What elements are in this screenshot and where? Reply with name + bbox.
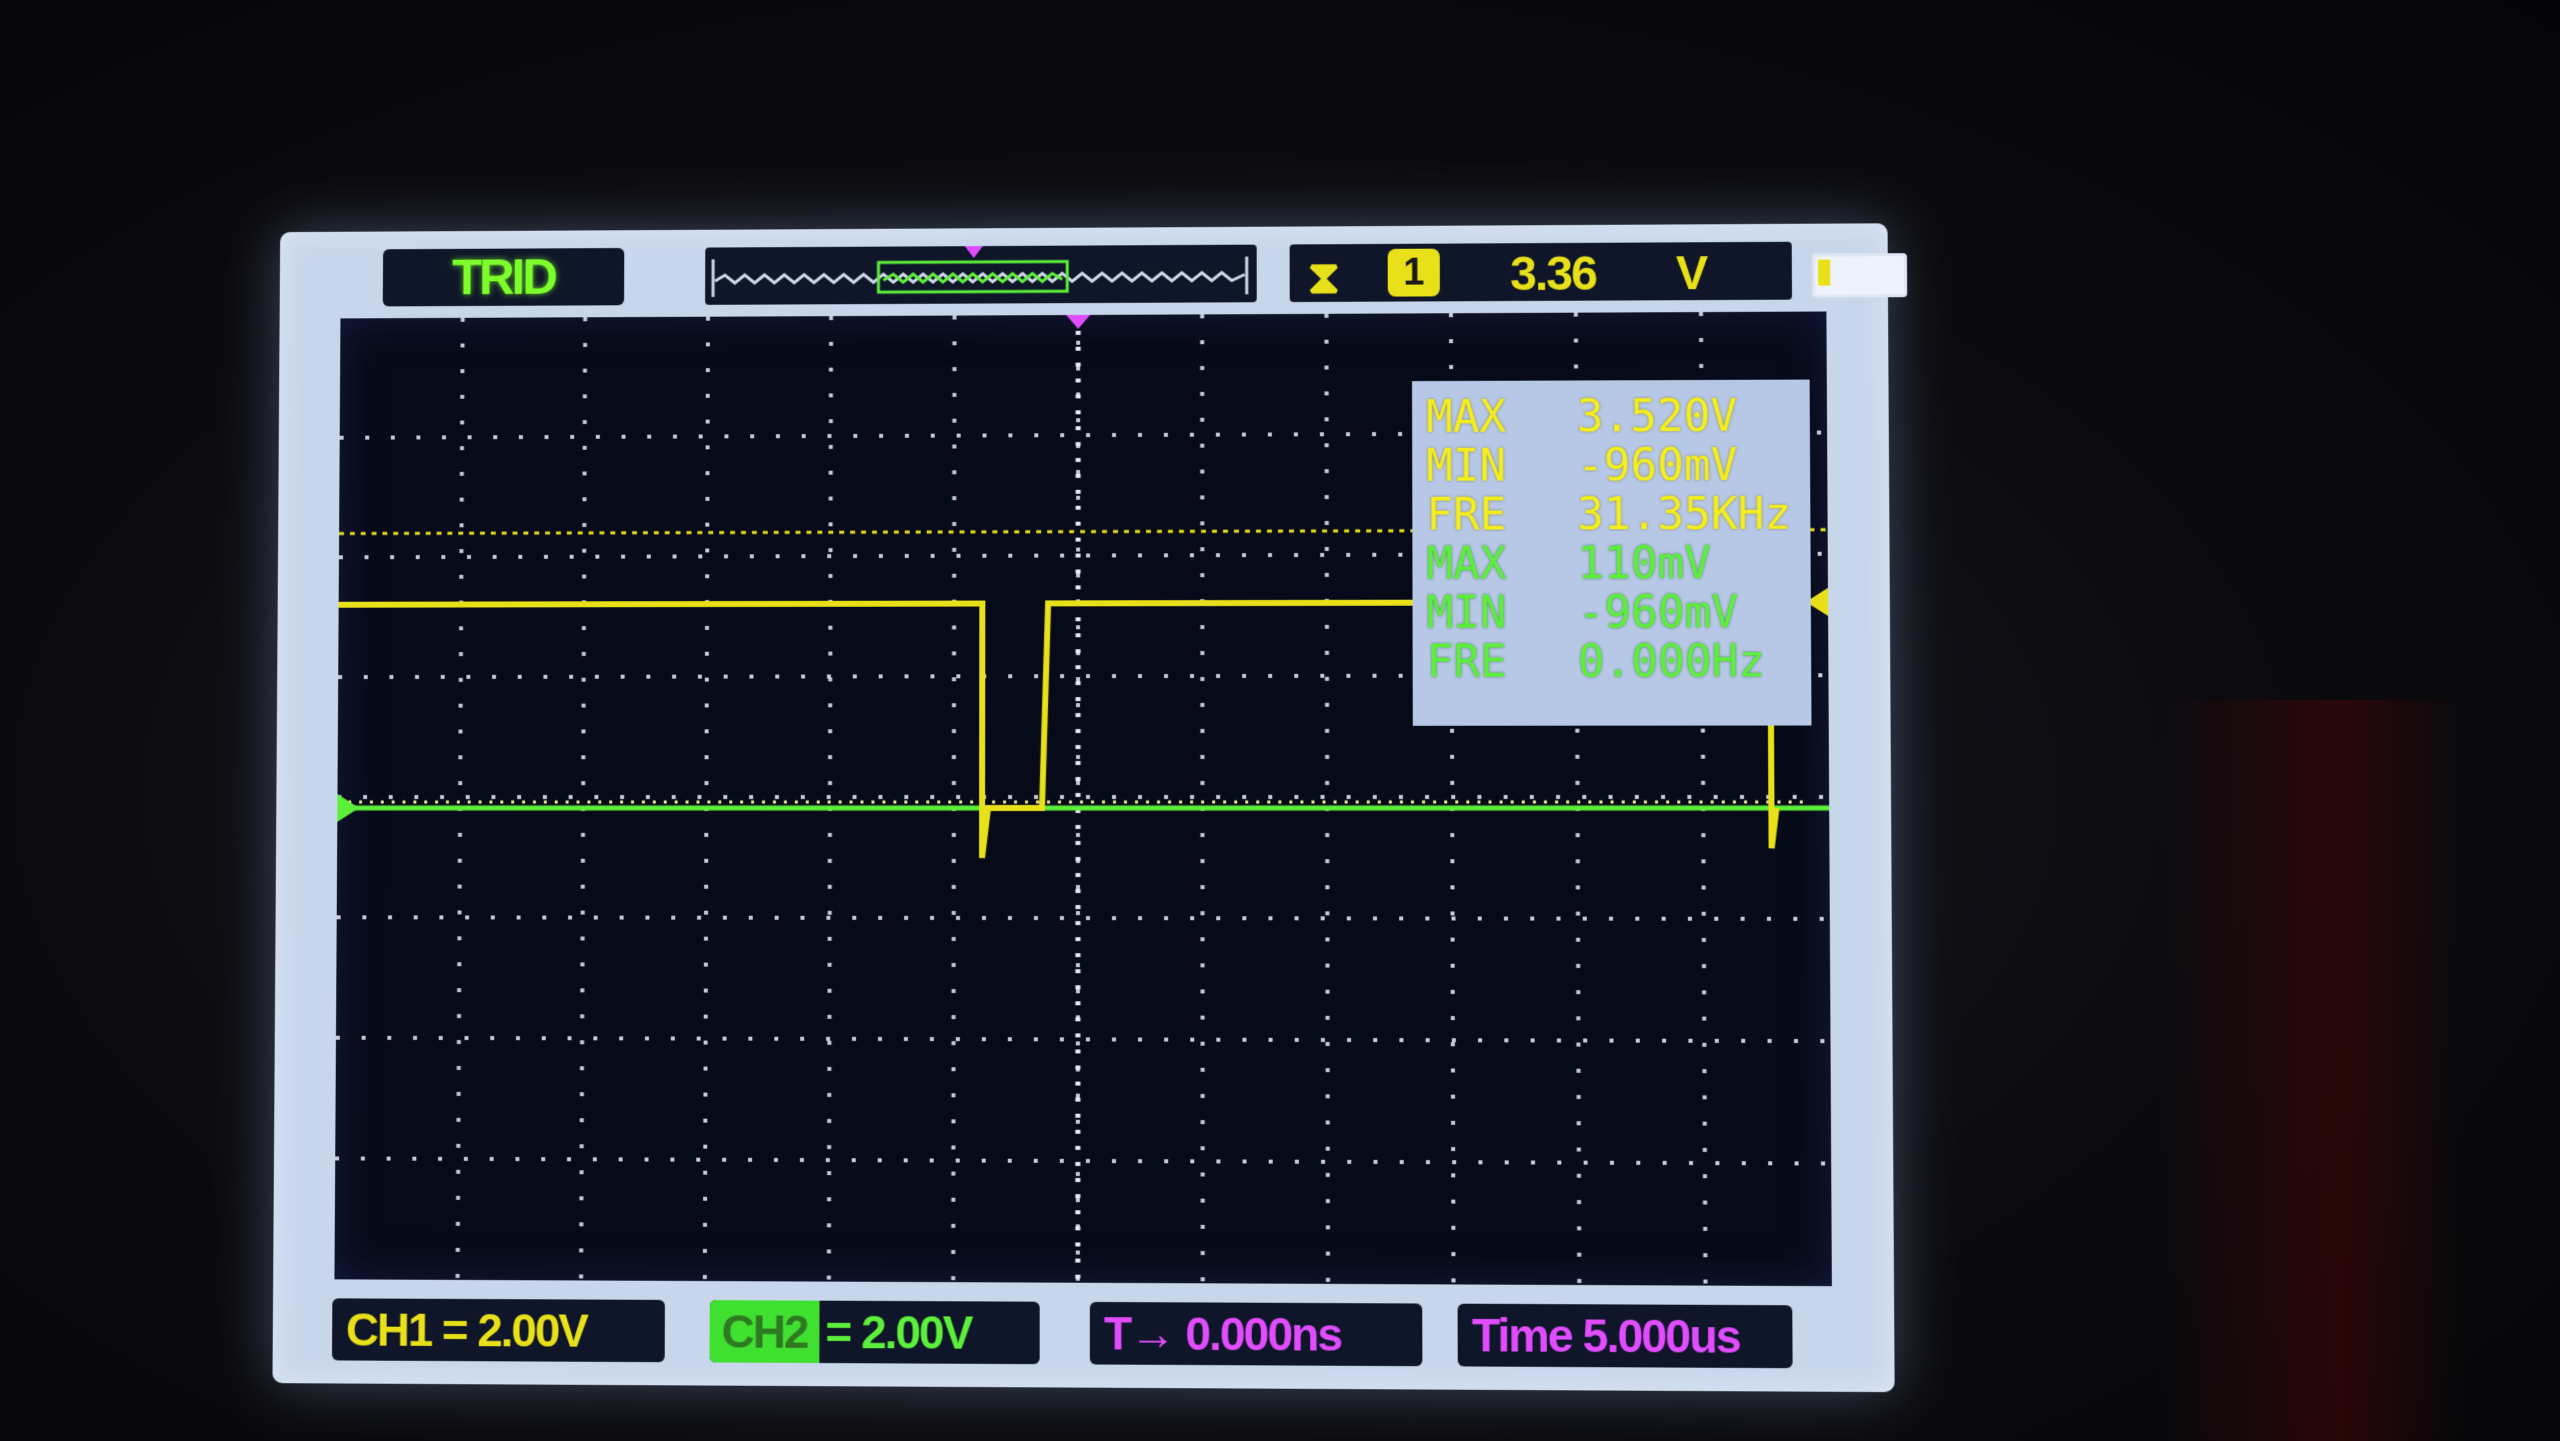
- grid-line-vertical: [458, 318, 463, 1280]
- ch2-scale-value: = 2.00V: [825, 1305, 972, 1359]
- oscilloscope-screen: TRID ⧗ 1 3.36 V MAX 3.520V MIN -960mV FR…: [272, 223, 1908, 1393]
- ch1-freq-row: FRE 31.35KHz: [1426, 488, 1796, 541]
- ch1-max-value: 3.520V: [1576, 390, 1738, 443]
- measure-label: MIN: [1426, 440, 1507, 492]
- ch1-min-value: -960mV: [1576, 439, 1738, 492]
- grid-line-vertical: [953, 316, 954, 1283]
- ch1-freq-value: 31.35KHz: [1577, 488, 1792, 541]
- grid-line-horizontal: [336, 1038, 1831, 1041]
- ch1-min-row: MIN -960mV: [1426, 439, 1796, 492]
- grid-line-vertical: [1326, 314, 1328, 1284]
- trigger-channel-badge: 1: [1387, 248, 1440, 297]
- grid-line-horizontal: [337, 917, 1830, 919]
- measure-label: MIN: [1426, 587, 1507, 639]
- status-bar-top: TRID ⧗ 1 3.36 V: [280, 223, 1908, 315]
- measure-label: FRE: [1426, 636, 1507, 688]
- ch2-max-row: MAX 110mV: [1426, 538, 1796, 590]
- ch1-max-row: MAX 3.520V: [1426, 390, 1796, 443]
- grid-line-vertical: [705, 317, 708, 1281]
- background-reflection: [2160, 700, 2460, 1441]
- grid-line-vertical: [1202, 314, 1203, 1283]
- trigger-settings: ⧗ 1 3.36 V: [1289, 241, 1793, 303]
- battery-level: [1818, 259, 1831, 286]
- ch2-freq-value: 0.000Hz: [1577, 636, 1766, 688]
- grid-line-horizontal: [335, 1158, 1831, 1163]
- acquisition-mode: TRID: [382, 247, 625, 307]
- ch2-scale: CH2 = 2.00V: [709, 1300, 1040, 1365]
- battery-icon: [1811, 253, 1908, 298]
- measurement-panel: MAX 3.520V MIN -960mV FRE 31.35KHz MAX 1…: [1412, 379, 1812, 726]
- measure-label: MAX: [1426, 391, 1507, 443]
- ch2-max-value: 110mV: [1577, 538, 1712, 590]
- ch2-ground-marker: [337, 794, 360, 822]
- trigger-time-marker: [1066, 314, 1091, 329]
- ch2-freq-row: FRE 0.000Hz: [1426, 636, 1797, 688]
- ch2-min-value: -960mV: [1577, 587, 1739, 639]
- trigger-edge-icon: ⧗: [1307, 251, 1341, 303]
- trigger-level: 3.36: [1509, 247, 1596, 302]
- waveform-display: MAX 3.520V MIN -960mV FRE 31.35KHz MAX 1…: [334, 311, 1832, 1287]
- ch2-badge: CH2: [709, 1300, 820, 1364]
- memory-position-bar: [705, 244, 1257, 305]
- ch2-min-row: MIN -960mV: [1426, 587, 1797, 639]
- grid-line-vertical: [581, 317, 585, 1280]
- measure-label: FRE: [1426, 489, 1507, 541]
- memory-waveform-icon: [705, 246, 1257, 305]
- measure-label: MAX: [1426, 538, 1507, 590]
- trigger-position-marker: [964, 246, 983, 259]
- trigger-unit: V: [1675, 247, 1709, 301]
- status-bar-bottom: CH1 = 2.00V CH2 = 2.00V T→ 0.000ns Time …: [273, 1288, 1895, 1382]
- trigger-position: T→ 0.000ns: [1089, 1301, 1423, 1367]
- timebase: Time 5.000us: [1457, 1303, 1793, 1369]
- ch1-scale: CH1 = 2.00V: [331, 1298, 665, 1363]
